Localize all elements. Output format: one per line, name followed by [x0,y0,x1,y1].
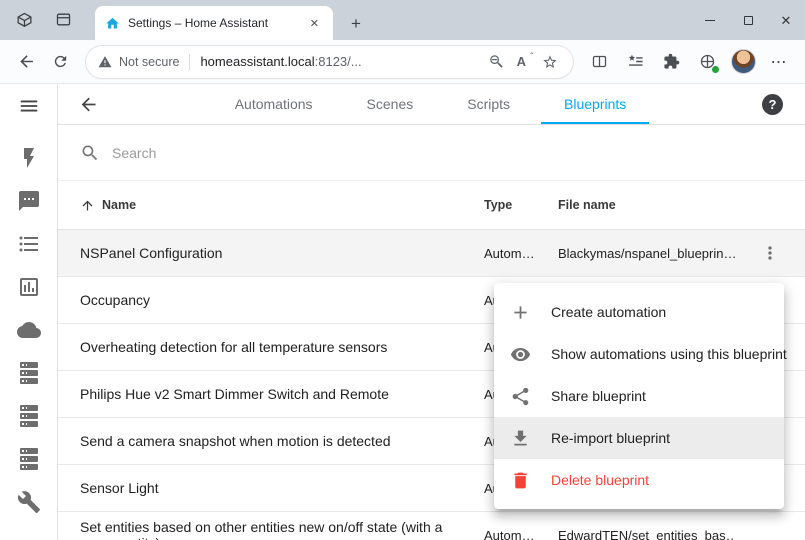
assist-chat-icon[interactable] [17,189,41,213]
profile-avatar[interactable] [727,46,759,78]
menu-item-delete-blueprint[interactable]: Delete blueprint [494,459,784,501]
row-name: Set entities based on other entities new… [58,519,484,540]
window-maximize-button[interactable] [729,0,767,40]
url-text[interactable]: homeassistant.local:8123/... [200,54,361,69]
address-divider [189,54,190,70]
split-screen-icon[interactable] [583,46,615,78]
browser-toolbar: Not secure homeassistant.local:8123/... … [0,40,805,84]
extensions-icon[interactable] [655,46,687,78]
ha-header: Automations Scenes Scripts Blueprints ? [58,84,805,125]
ha-main: Automations Scenes Scripts Blueprints ? … [58,84,805,540]
back-icon[interactable] [10,46,42,78]
row-name: NSPanel Configuration [58,245,484,261]
row-name: Philips Hue v2 Smart Dimmer Switch and R… [58,386,484,402]
server-icon-3[interactable] [17,447,41,471]
favorite-star-icon[interactable] [539,54,561,70]
row-name: Overheating detection for all temperatur… [58,339,484,355]
history-chart-icon[interactable] [17,275,41,299]
row-name: Send a camera snapshot when motion is de… [58,433,484,449]
search-row [58,125,805,181]
ha-sidebar [0,84,58,540]
row-name: Sensor Light [58,480,484,496]
table-header: Name Type File name [58,181,805,230]
close-icon: ✕ [781,14,792,27]
table-row[interactable]: NSPanel Configuration Autom… Blackymas/n… [58,230,805,277]
search-input[interactable] [112,145,412,161]
browser-tab[interactable]: Settings – Home Assistant ✕ [95,6,333,40]
search-icon [80,143,100,163]
table-row[interactable]: Set entities based on other entities new… [58,512,805,540]
browser-more-icon[interactable]: ⋯ [763,46,795,78]
row-overflow-menu-icon[interactable] [735,243,805,263]
zoom-out-icon[interactable] [486,54,507,69]
extension-badge-icon[interactable] [691,46,723,78]
window-close-button[interactable]: ✕ [767,0,805,40]
cloud-icon[interactable] [17,318,41,342]
avatar-image [731,49,756,74]
tab-actions-icon[interactable] [55,11,72,28]
new-tab-icon[interactable]: + [345,14,367,34]
favorites-icon[interactable] [619,46,651,78]
share-icon [510,386,531,407]
tab-close-icon[interactable]: ✕ [306,15,323,32]
download-icon [510,428,531,449]
energy-flash-icon[interactable] [17,146,41,170]
row-type: Autom… [484,246,558,261]
column-header-type[interactable]: Type [484,198,558,212]
row-file: EdwardTEN/set_entities_bas… [558,528,735,540]
row-file: Blackymas/nspanel_blueprin… [558,246,735,261]
server-icon-2[interactable] [17,404,41,428]
tab-title: Settings – Home Assistant [128,16,298,30]
text-size-icon[interactable]: Aˆ [514,54,532,69]
menu-item-share-blueprint[interactable]: Share blueprint [494,375,784,417]
window-minimize-button[interactable] [691,0,729,40]
menu-icon[interactable] [18,95,40,117]
column-header-name[interactable]: Name [58,198,484,213]
browser-titlebar: Settings – Home Assistant ✕ + ✕ [0,0,805,40]
trash-icon [510,470,531,491]
server-icon-1[interactable] [17,361,41,385]
minimize-icon [705,20,715,21]
column-header-file[interactable]: File name [558,198,735,212]
menu-item-reimport-blueprint[interactable]: Re-import blueprint [494,417,784,459]
home-assistant-favicon [105,16,120,31]
maximize-icon [744,16,753,25]
address-bar[interactable]: Not secure homeassistant.local:8123/... … [86,46,573,78]
menu-item-create-automation[interactable]: Create automation [494,291,784,333]
extension-status-dot [711,65,720,74]
tab-automations[interactable]: Automations [212,84,336,124]
url-host: homeassistant.local [200,54,314,69]
row-name: Occupancy [58,292,484,308]
menu-item-show-automations[interactable]: Show automations using this blueprint [494,333,784,375]
home-assistant-app: Automations Scenes Scripts Blueprints ? … [0,84,805,540]
tab-scripts[interactable]: Scripts [444,84,533,124]
security-label[interactable]: Not secure [119,55,179,69]
workspaces-icon[interactable] [16,11,33,28]
row-type: Autom… [484,528,558,540]
eye-icon [510,344,531,365]
blueprint-context-menu: Create automation Show automations using… [494,283,784,509]
refresh-icon[interactable] [44,46,76,78]
sort-arrow-up-icon [80,198,95,213]
not-secure-warning-icon[interactable] [98,55,112,69]
plus-icon [510,302,531,323]
todo-list-icon[interactable] [17,232,41,256]
ha-tab-bar: Automations Scenes Scripts Blueprints [99,84,762,124]
tab-blueprints[interactable]: Blueprints [541,84,649,124]
developer-tools-wrench-icon[interactable] [17,490,41,514]
tab-scenes[interactable]: Scenes [344,84,437,124]
ha-back-icon[interactable] [78,94,99,115]
url-rest: :8123/... [315,54,362,69]
help-icon[interactable]: ? [762,94,783,115]
